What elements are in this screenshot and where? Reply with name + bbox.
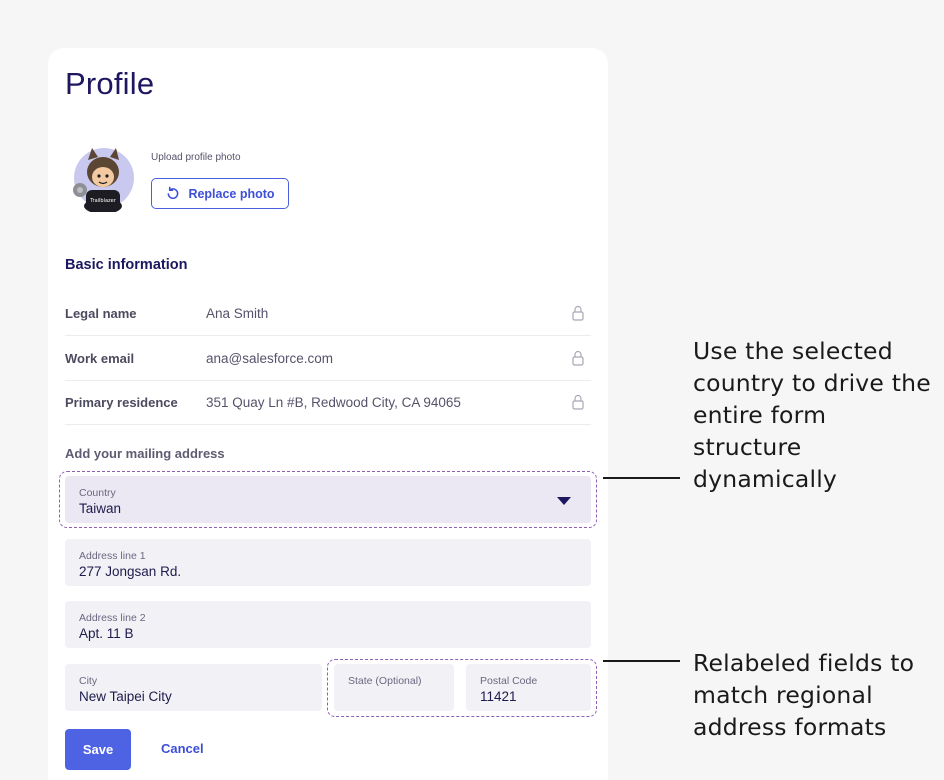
mailing-address-title: Add your mailing address: [65, 446, 225, 461]
primary-residence-value: 351 Quay Ln #B, Redwood City, CA 94065: [206, 394, 461, 410]
address-line-1-value: 277 Jongsan Rd.: [79, 564, 182, 579]
cancel-button[interactable]: Cancel: [161, 741, 204, 756]
address-line-1-label: Address line 1: [79, 550, 146, 562]
annotation-connector-bottom: [603, 660, 680, 662]
save-button[interactable]: Save: [65, 729, 131, 770]
lock-icon: [572, 394, 584, 410]
annotation-country-driven: Use the selected country to drive the en…: [693, 335, 931, 495]
upload-photo-label: Upload profile photo: [151, 152, 241, 163]
annotation-line: Use the selected: [693, 337, 893, 365]
city-field[interactable]: City New Taipei City: [65, 664, 322, 711]
state-label: State (Optional): [348, 675, 422, 687]
lock-icon: [572, 350, 584, 366]
legal-name-label: Legal name: [65, 305, 137, 321]
annotation-line: structure: [693, 433, 802, 461]
info-row-work-email: Work email ana@salesforce.com: [65, 336, 591, 381]
lock-icon: [572, 305, 584, 321]
basic-information-title: Basic information: [65, 257, 188, 273]
chevron-down-icon: [557, 497, 571, 505]
work-email-value: ana@salesforce.com: [206, 350, 334, 366]
postal-code-label: Postal Code: [480, 675, 538, 687]
address-line-2-value: Apt. 11 B: [79, 626, 134, 641]
state-field[interactable]: State (Optional): [334, 664, 454, 711]
city-label: City: [79, 675, 98, 687]
avatar: Trailblazer: [73, 148, 134, 212]
primary-residence-label: Primary residence: [65, 394, 178, 410]
city-value: New Taipei City: [79, 689, 172, 704]
annotation-line: entire form: [693, 401, 827, 429]
postal-code-field[interactable]: Postal Code 11421: [466, 664, 591, 711]
info-row-legal-name: Legal name Ana Smith: [65, 291, 591, 336]
info-row-primary-residence: Primary residence 351 Quay Ln #B, Redwoo…: [65, 380, 591, 425]
annotation-line: Relabeled fields to: [693, 649, 915, 677]
annotation-connector-top: [603, 477, 680, 479]
replace-photo-label: Replace photo: [188, 186, 275, 201]
replace-photo-button[interactable]: Replace photo: [151, 178, 289, 209]
work-email-label: Work email: [65, 350, 135, 366]
postal-code-value: 11421: [480, 689, 517, 704]
country-select[interactable]: Country Taiwan: [65, 476, 591, 523]
annotation-line: country to drive the: [693, 369, 931, 397]
annotation-line: address formats: [693, 713, 887, 741]
annotation-line: dynamically: [693, 465, 838, 493]
annotation-line: match regional: [693, 681, 873, 709]
address-line-2-field[interactable]: Address line 2 Apt. 11 B: [65, 601, 591, 648]
address-line-2-label: Address line 2: [79, 612, 146, 624]
legal-name-value: Ana Smith: [206, 305, 269, 321]
page-title: Profile: [65, 66, 155, 101]
address-line-1-field[interactable]: Address line 1 277 Jongsan Rd.: [65, 539, 591, 586]
annotation-relabeled-fields: Relabeled fields to match regional addre…: [693, 647, 914, 743]
rotate-ccw-icon: [165, 186, 180, 201]
country-label: Country: [79, 487, 116, 499]
country-value: Taiwan: [79, 501, 122, 516]
svg-text:Trailblazer: Trailblazer: [89, 198, 117, 204]
